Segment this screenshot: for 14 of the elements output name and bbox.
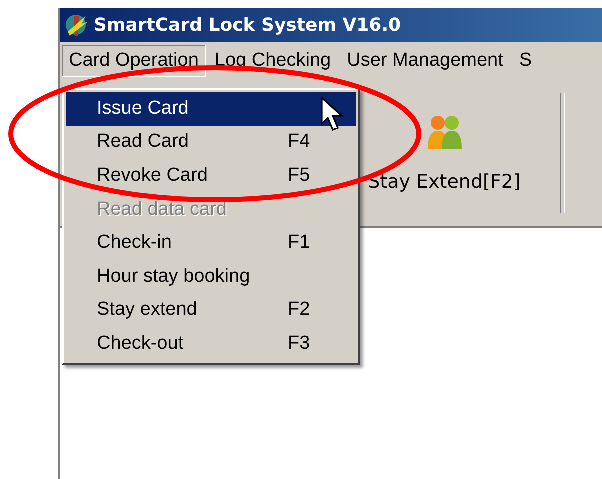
menu-option[interactable]: Stay extend F2 <box>66 294 356 328</box>
menu-option[interactable]: Issue Card <box>66 92 356 126</box>
people-icon <box>426 113 464 151</box>
menu-option[interactable]: Hour stay booking <box>66 260 356 294</box>
menu-item[interactable]: Card Operation <box>62 45 206 77</box>
app-icon <box>64 12 90 38</box>
menu-item[interactable]: S <box>512 45 540 77</box>
mouse-cursor-icon <box>320 96 346 134</box>
window-title: SmartCard Lock System V16.0 <box>94 14 402 36</box>
menu-option[interactable]: Read Card F4 <box>66 126 356 160</box>
menu-option[interactable]: Check-out F3 <box>66 327 356 361</box>
menu-option[interactable]: Revoke Card F5 <box>66 159 356 193</box>
menu-item[interactable]: User Management <box>340 45 510 77</box>
menu-option[interactable]: Check-in F1 <box>66 226 356 260</box>
